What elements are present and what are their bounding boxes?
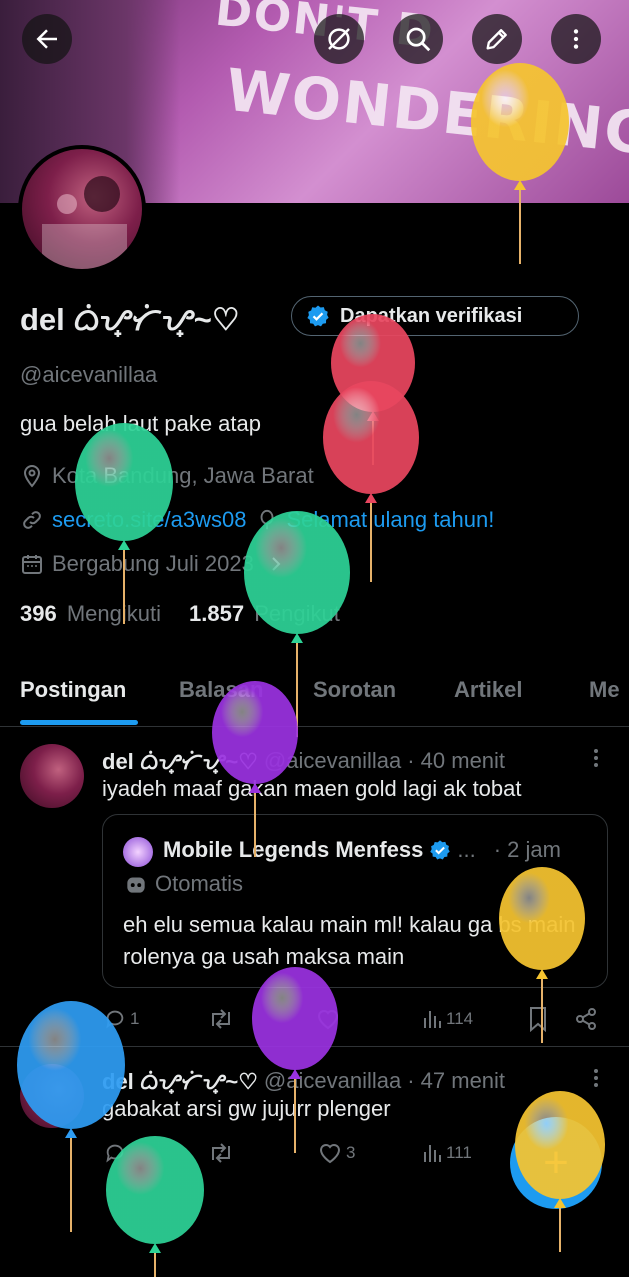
bookmark-icon[interactable]	[528, 1006, 548, 1032]
post-author-name[interactable]: del ᜊᜒᜌ᜔ᜆᜒᜌ᜔~♡	[102, 1066, 258, 1096]
reply-button[interactable]	[104, 1142, 130, 1164]
follow-counts: 396 Mengikuti 1.857 Pengikut	[20, 601, 340, 627]
tabs-divider	[0, 726, 629, 727]
views-count: 114	[446, 1009, 474, 1028]
post-author-handle[interactable]: @aicevanillaa	[264, 1068, 401, 1094]
translate-button[interactable]	[314, 14, 364, 64]
following-label: Mengikuti	[66, 601, 161, 626]
reply-count: 1	[130, 1009, 140, 1028]
profile-name: del ᜊᜒᜌ᜔ᜆᜒᜌ᜔~♡	[20, 302, 240, 337]
tab-artikel[interactable]: Artikel	[454, 677, 522, 703]
share-icon[interactable]	[574, 1007, 598, 1031]
joined-text: Bergabung Juli 2023	[52, 551, 254, 576]
like-count: 3	[346, 1143, 356, 1162]
get-verified-button[interactable]: Dapatkan verifikasi	[291, 296, 579, 336]
get-verified-label: Dapatkan verifikasi	[340, 304, 523, 327]
followers-link[interactable]: 1.857 Pengikut	[189, 601, 340, 627]
location-pin-icon	[23, 464, 41, 488]
quote-automated-label: Otomatis	[155, 871, 244, 896]
quote-header: Mobile Legends Menfess ... · 2 jam	[163, 837, 561, 863]
following-count: 396	[20, 601, 57, 626]
like-button[interactable]: 3	[318, 1142, 355, 1164]
pencil-icon	[486, 29, 507, 50]
tab-media[interactable]: Me	[589, 677, 620, 703]
chevron-right-icon[interactable]	[268, 554, 284, 574]
like-button[interactable]	[316, 1008, 344, 1030]
repost-button[interactable]	[208, 1142, 234, 1164]
post-text: gabakat arsi gw jujurr plenger	[102, 1096, 391, 1121]
profile-bio: gua belah laut pake atap	[20, 411, 261, 436]
more-vertical-icon	[573, 29, 579, 49]
post-more-icon[interactable]	[586, 746, 606, 770]
quote-avatar	[123, 837, 153, 867]
edit-button[interactable]	[472, 14, 522, 64]
more-button[interactable]	[551, 14, 601, 64]
post-author-name[interactable]: del ᜊᜒᜌ᜔ᜆᜒᜌ᜔~♡	[102, 746, 258, 776]
banner-text-2: WONDERING	[222, 55, 629, 169]
profile-location: Kota Bandung, Jawa Barat	[20, 463, 314, 489]
search-icon	[406, 27, 431, 52]
views-chart-icon	[424, 1011, 441, 1028]
post-more-icon[interactable]	[586, 1066, 606, 1090]
red-balloon	[323, 381, 419, 582]
link-icon	[23, 511, 41, 529]
verified-badge-icon	[430, 840, 451, 860]
active-tab-indicator	[20, 720, 138, 725]
reply-icon	[106, 1010, 124, 1029]
compose-button[interactable]: +	[510, 1117, 602, 1209]
post-avatar[interactable]	[20, 744, 84, 808]
following-link[interactable]: 396 Mengikuti	[20, 601, 161, 627]
post-avatar[interactable]	[20, 1064, 84, 1128]
views-count: 111	[446, 1143, 472, 1162]
post-text: iyadeh maaf gakan maen gold lagi ak toba…	[102, 776, 522, 801]
post-time[interactable]: · 40 menit	[407, 748, 505, 774]
quote-automated: Otomatis	[123, 871, 243, 897]
avatar[interactable]	[18, 145, 146, 273]
purple-balloon	[252, 967, 338, 1153]
heart-icon	[317, 1010, 339, 1030]
quote-author-name: Mobile Legends Menfess	[163, 837, 424, 862]
quote-ellipsis: ...	[457, 837, 476, 862]
calendar-icon	[22, 555, 42, 574]
quote-time: · 2 jam	[493, 837, 561, 862]
post-divider	[0, 1046, 629, 1047]
heart-icon	[319, 1144, 341, 1164]
profile-link[interactable]: secreto.site/a3ws08	[52, 507, 246, 533]
profile-links-row: secreto.site/a3ws08 Selamat ulang tahun!	[20, 507, 494, 533]
post-time[interactable]: · 47 menit	[407, 1068, 505, 1094]
reply-button[interactable]: 1	[104, 1008, 139, 1030]
quote-text: eh elu semua kalau main ml! kalau ga bs …	[123, 912, 576, 969]
followers-label: Pengikut	[254, 601, 340, 626]
quoted-post[interactable]: Mobile Legends Menfess ... · 2 jam Otoma…	[102, 814, 608, 988]
views-chart-icon	[424, 1145, 441, 1162]
location-text: Kota Bandung, Jawa Barat	[52, 463, 314, 488]
profile-handle: @aicevanillaa	[20, 362, 158, 387]
repost-icon	[212, 1143, 230, 1163]
tab-sorotan[interactable]: Sorotan	[313, 677, 396, 703]
search-button[interactable]	[393, 14, 443, 64]
balloon-icon	[261, 509, 274, 530]
post-author-handle[interactable]: @aicevanillaa	[264, 748, 401, 774]
back-button[interactable]	[22, 14, 72, 64]
post-header: del ᜊᜒᜌ᜔ᜆᜒᜌ᜔~♡ @aicevanillaa · 47 menit	[102, 1066, 505, 1096]
views-button[interactable]: 114	[422, 1008, 473, 1030]
arrow-left-icon	[36, 29, 57, 49]
compose-plus-icon: +	[543, 1138, 569, 1187]
grok-icon	[328, 28, 350, 50]
tab-postingan[interactable]: Postingan	[20, 677, 126, 703]
followers-count: 1.857	[189, 601, 245, 626]
profile-joined: Bergabung Juli 2023	[20, 551, 284, 577]
robot-icon	[127, 877, 145, 893]
tab-balasan[interactable]: Balasan	[179, 677, 263, 703]
post-header: del ᜊᜒᜌ᜔ᜆᜒᜌ᜔~♡ @aicevanillaa · 40 menit	[102, 746, 505, 776]
reply-icon	[106, 1144, 124, 1163]
repost-button[interactable]	[208, 1008, 234, 1030]
repost-icon	[212, 1009, 230, 1029]
birthday-text[interactable]: Selamat ulang tahun!	[286, 507, 494, 533]
views-button[interactable]: 111	[422, 1142, 472, 1164]
verified-badge-icon	[307, 305, 329, 327]
